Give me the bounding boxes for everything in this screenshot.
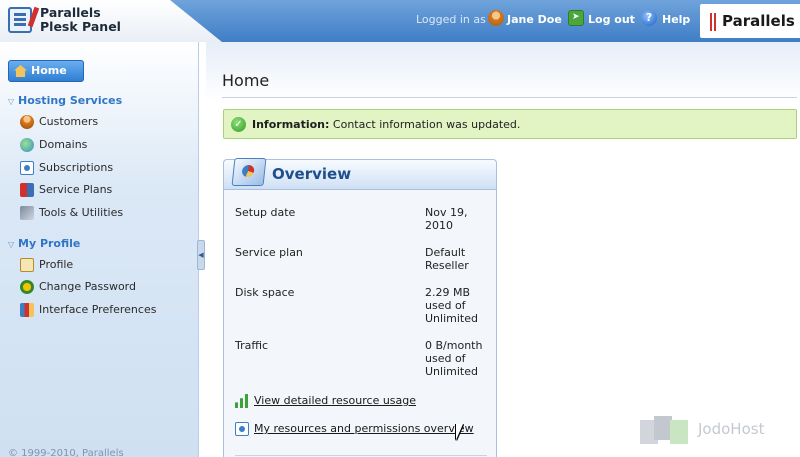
sidebar-item-domains[interactable]: Domains xyxy=(20,138,87,154)
link-label: My resources and permissions overview xyxy=(254,422,474,435)
setup-date-label: Setup date xyxy=(235,206,296,219)
sidebar-item-service-plans[interactable]: Service Plans xyxy=(20,183,112,199)
value-line: 2010 xyxy=(425,219,453,232)
section-my-profile[interactable]: ▽ My Profile xyxy=(8,237,80,250)
overview-title: Overview xyxy=(272,165,352,183)
collapse-triangle-icon: ▽ xyxy=(8,240,15,249)
logged-in-as-label: Logged in as xyxy=(416,13,486,26)
domains-icon xyxy=(20,138,34,152)
sidebar-item-label: Service Plans xyxy=(39,183,113,196)
sidebar-item-label: Change Password xyxy=(39,280,136,293)
overview-header: Overview xyxy=(224,158,496,190)
traffic-value: 0 B/month used of Unlimited xyxy=(425,339,495,378)
interface-preferences-icon xyxy=(20,303,34,317)
main-content: Home ✓ Information: Contact information … xyxy=(206,42,800,457)
sidebar-item-label: Interface Preferences xyxy=(39,303,157,316)
home-icon xyxy=(14,65,27,77)
view-resource-usage-link[interactable]: View detailed resource usage xyxy=(235,394,417,408)
disk-space-value: 2.29 MB used of Unlimited xyxy=(425,286,495,325)
change-password-icon xyxy=(20,280,34,294)
page-title: Home xyxy=(222,71,270,90)
value-line: Nov 19, xyxy=(425,206,468,219)
section-title-label: My Profile xyxy=(18,237,81,250)
value-line: used of xyxy=(425,299,466,312)
product-name: Parallels Plesk Panel xyxy=(40,6,121,34)
parallels-brand-text: Parallels xyxy=(722,12,795,30)
help-icon[interactable]: ? xyxy=(641,10,657,26)
link-label: View detailed resource usage xyxy=(254,394,417,407)
overview-panel: Overview Setup date Nov 19, 2010 Service… xyxy=(223,158,497,457)
sidebar-item-interface-preferences[interactable]: Interface Preferences xyxy=(20,303,156,319)
info-message-text: Contact information was updated. xyxy=(332,118,521,131)
parallels-bars-icon xyxy=(710,13,716,31)
parallels-brand-logo[interactable]: Parallels xyxy=(700,4,800,38)
product-logo[interactable]: Parallels Plesk Panel xyxy=(0,0,222,42)
value-line: 2.29 MB xyxy=(425,286,471,299)
copyright-text: © 1999-2010, Parallels xyxy=(8,448,124,457)
tools-icon xyxy=(20,206,34,220)
sidebar: Home ▽ Hosting Services Customers Domains… xyxy=(0,42,199,457)
disk-space-label: Disk space xyxy=(235,286,295,299)
overview-divider xyxy=(235,455,487,456)
info-label: Information: xyxy=(252,118,330,131)
sidebar-item-profile[interactable]: Profile xyxy=(20,258,73,274)
home-button[interactable]: Home xyxy=(8,60,84,82)
check-icon: ✓ xyxy=(231,117,246,132)
value-line: Reseller xyxy=(425,259,469,272)
product-name-line2: Plesk Panel xyxy=(40,19,121,34)
traffic-label: Traffic xyxy=(235,339,269,352)
collapse-triangle-icon: ▽ xyxy=(8,97,15,106)
title-divider xyxy=(222,97,797,98)
product-name-line1: Parallels xyxy=(40,5,101,20)
sidebar-item-subscriptions[interactable]: Subscriptions xyxy=(20,161,113,177)
logout-icon[interactable] xyxy=(568,10,584,26)
value-line: Unlimited xyxy=(425,312,478,325)
section-hosting-services[interactable]: ▽ Hosting Services xyxy=(8,94,122,107)
sidebar-item-label: Domains xyxy=(39,138,88,151)
service-plan-value: Default Reseller xyxy=(425,246,495,272)
user-icon xyxy=(488,10,504,26)
home-button-label: Home xyxy=(31,64,67,77)
sidebar-item-label: Tools & Utilities xyxy=(39,206,124,219)
watermark-people-icon xyxy=(640,416,690,444)
sidebar-item-change-password[interactable]: Change Password xyxy=(20,280,136,296)
section-title-label: Hosting Services xyxy=(18,94,123,107)
person-icon xyxy=(670,420,688,444)
subscriptions-icon xyxy=(20,161,34,175)
sidebar-item-label: Profile xyxy=(39,258,74,271)
service-plan-label: Service plan xyxy=(235,246,303,259)
value-line: Default xyxy=(425,246,466,259)
profile-icon xyxy=(20,258,34,272)
top-header: Parallels Plesk Panel Logged in as Jane … xyxy=(0,0,800,42)
overview-chart-icon xyxy=(231,158,267,186)
sidebar-item-customers[interactable]: Customers xyxy=(20,115,98,131)
setup-date-value: Nov 19, 2010 xyxy=(425,206,495,232)
value-line: used of xyxy=(425,352,466,365)
plesk-logo-icon xyxy=(8,7,32,33)
watermark-text: JodoHost xyxy=(698,420,765,438)
permissions-icon xyxy=(235,422,249,436)
chart-icon xyxy=(235,394,248,408)
customers-icon xyxy=(20,115,34,129)
sidebar-item-label: Customers xyxy=(39,115,99,128)
service-plans-icon xyxy=(20,183,34,197)
info-message: Information: Contact information was upd… xyxy=(252,118,520,131)
info-message-box: ✓ Information: Contact information was u… xyxy=(223,109,797,139)
value-line: 0 B/month xyxy=(425,339,483,352)
mouse-cursor-icon xyxy=(456,424,463,440)
value-line: Unlimited xyxy=(425,365,478,378)
help-link[interactable]: Help xyxy=(662,13,690,26)
resources-permissions-link[interactable]: My resources and permissions overview xyxy=(235,422,474,436)
sidebar-item-label: Subscriptions xyxy=(39,161,114,174)
logout-link[interactable]: Log out xyxy=(588,13,635,26)
sidebar-collapse-handle[interactable]: ◀ xyxy=(197,240,205,270)
sidebar-item-tools-utilities[interactable]: Tools & Utilities xyxy=(20,206,123,222)
user-name-link[interactable]: Jane Doe xyxy=(507,13,562,26)
